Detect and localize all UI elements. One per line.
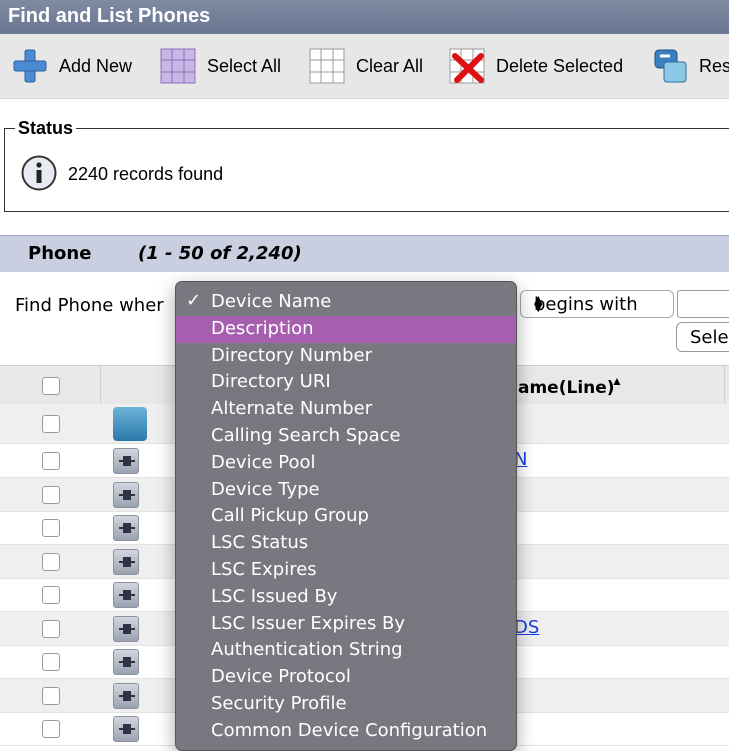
dropdown-option-label: Device Pool <box>211 451 316 473</box>
row-checkbox[interactable] <box>42 620 60 638</box>
dropdown-option-label: Device Protocol <box>211 666 351 688</box>
dropdown-option-label: Description <box>211 317 314 339</box>
dropdown-option-label: LSC Issued By <box>211 585 338 607</box>
row-checkbox[interactable] <box>42 452 60 470</box>
row-checkbox[interactable] <box>42 486 60 504</box>
device-icon <box>113 549 139 575</box>
dropdown-option[interactable]: Directory Number <box>176 343 516 370</box>
column-divider <box>100 366 101 404</box>
dropdown-option-label: Alternate Number <box>211 398 373 420</box>
phone-section-header: Phone (1 - 50 of 2,240) <box>0 235 729 273</box>
row-checkbox[interactable] <box>42 653 60 671</box>
status-legend: Status <box>15 118 77 139</box>
dropdown-option[interactable]: Call Pickup Group <box>176 503 516 530</box>
dropdown-option[interactable]: ✓ Device Name <box>176 289 516 316</box>
clear-all-button[interactable]: Clear All <box>309 48 423 84</box>
device-icon <box>113 448 139 474</box>
dropdown-option-label: Device Name <box>211 291 332 312</box>
dropdown-option[interactable]: LSC Issuer Expires By <box>176 611 516 638</box>
dropdown-option-label: Directory URI <box>211 371 331 393</box>
dropdown-option-label: Calling Search Space <box>211 425 401 446</box>
device-icon <box>113 515 139 541</box>
find-label: Find Phone wher <box>15 295 164 316</box>
dropdown-option-label: Directory Number <box>211 344 372 366</box>
status-message: 2240 records found <box>68 164 224 184</box>
record-range: (1 - 50 of 2,240) <box>138 243 302 264</box>
device-icon <box>113 582 139 608</box>
search-input[interactable] <box>677 290 729 318</box>
column-header-directory-number[interactable]: ame(Line) <box>518 378 615 398</box>
dropdown-option-label: Security Profile <box>211 693 347 714</box>
select-button-label: Sele <box>690 327 729 348</box>
checkmark-icon: ✓ <box>186 290 202 311</box>
device-icon <box>113 716 139 742</box>
dropdown-option[interactable]: LSC Issued By <box>176 584 516 611</box>
device-icon <box>113 616 139 642</box>
status-box: Status 2240 records found <box>4 118 729 212</box>
dropdown-option-label: LSC Status <box>211 532 309 554</box>
dropdown-option[interactable]: Calling Search Space <box>176 423 516 450</box>
dropdown-option[interactable]: Alternate Number <box>176 396 516 423</box>
device-icon <box>113 649 139 675</box>
dropdown-option-label: Call Pickup Group <box>211 505 369 527</box>
dropdown-option[interactable]: Authentication String <box>176 637 516 664</box>
page-title: Find and List Phones <box>8 5 211 27</box>
sort-ascending-icon: ▲ <box>611 374 623 388</box>
row-checkbox[interactable] <box>42 720 60 738</box>
dropdown-option[interactable]: Device Protocol <box>176 664 516 691</box>
row-checkbox[interactable] <box>42 519 60 537</box>
delete-selected-button[interactable]: Delete Selected <box>449 48 623 84</box>
row-checkbox[interactable] <box>42 415 60 433</box>
select-button[interactable]: Sele <box>676 322 729 352</box>
row-checkbox[interactable] <box>42 553 60 571</box>
phone-section-title: Phone <box>28 243 92 264</box>
dropdown-option[interactable]: Common Device Configuration <box>176 718 516 745</box>
device-icon <box>113 683 139 709</box>
dropdown-option[interactable]: LSC Status <box>176 530 516 557</box>
dropdown-option-label: Device Type <box>211 478 320 500</box>
select-all-icon <box>160 48 196 84</box>
dropdown-option[interactable]: Device Pool <box>176 450 516 477</box>
row-checkbox[interactable] <box>42 687 60 705</box>
select-all-checkbox[interactable] <box>42 377 60 395</box>
dropdown-option[interactable]: Description <box>176 315 516 343</box>
add-new-button[interactable]: Add New <box>12 48 132 84</box>
directory-number-link[interactable]: DS <box>514 617 539 638</box>
device-icon <box>113 407 147 441</box>
clear-all-label: Clear All <box>356 55 424 76</box>
reset-icon <box>652 48 688 84</box>
dropdown-option[interactable]: Device Type <box>176 477 516 504</box>
select-all-button[interactable]: Select All <box>160 48 281 84</box>
dropdown-option[interactable]: LSC Expires <box>176 557 516 584</box>
delete-selected-icon <box>449 48 485 84</box>
dropdown-option-label: LSC Expires <box>211 559 317 580</box>
clear-all-icon <box>309 48 345 84</box>
title-bar: Find and List Phones <box>0 0 729 34</box>
add-new-label: Add New <box>59 55 133 76</box>
device-icon <box>113 482 139 508</box>
add-new-icon <box>12 48 48 84</box>
dropdown-option-label: Authentication String <box>211 639 403 661</box>
reset-button[interactable]: Res <box>652 48 729 84</box>
dropdown-option[interactable]: Security Profile <box>176 691 516 718</box>
dropdown-option-label: Common Device Configuration <box>211 719 488 741</box>
reset-label: Res <box>699 55 729 76</box>
dropdown-option-label: LSC Issuer Expires By <box>211 612 406 634</box>
column-divider <box>724 366 725 404</box>
operator-select[interactable]: begins with ▲ ▼ <box>520 290 674 318</box>
toolbar: Add New Select All Clear All Delete Sele… <box>0 34 729 99</box>
row-checkbox[interactable] <box>42 586 60 604</box>
dropdown-option[interactable]: Directory URI <box>176 369 516 396</box>
info-icon <box>21 155 57 191</box>
field-dropdown-menu: ✓ Device Name Description Directory Number D… <box>175 281 517 751</box>
select-all-label: Select All <box>207 55 282 76</box>
select-arrows-icon: ▲ ▼ <box>534 293 543 314</box>
delete-selected-label: Delete Selected <box>496 55 624 76</box>
